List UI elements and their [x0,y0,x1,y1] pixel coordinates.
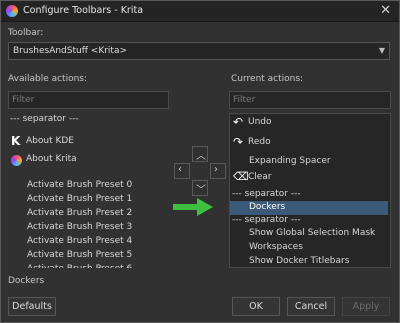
chevron-left-icon: ‹ [178,164,182,175]
window-title: Configure Toolbars - Krita [23,5,144,16]
krita-icon [11,155,22,166]
current-filter-field[interactable] [229,91,391,109]
toolbar-label: Toolbar: [8,28,44,38]
available-action-item-label: Activate Brush Preset 4 [27,236,133,246]
current-action-item-label: Redo [248,137,271,147]
undo-icon: ↶ [233,115,244,129]
available-action-item-label: Activate Brush Preset 5 [27,250,133,260]
current-action-item[interactable]: Show Global Selection Mask [230,227,390,241]
available-action-item-label: Activate Brush Preset 6 [27,264,132,268]
chevron-down-icon: ﹀ [196,185,206,196]
toolbar-select[interactable]: BrushesAndStuff <Krita> ▼ [8,42,390,60]
remove-action-button[interactable]: ‹ [174,163,190,179]
kde-icon: K [11,134,21,148]
current-action-item-label: --- separator --- [232,215,301,225]
chevron-up-icon: ︿ [196,151,206,162]
current-action-item-label: Show Global Selection Mask [249,228,376,238]
available-actions-label: Available actions: [8,74,88,84]
add-action-button[interactable]: › [210,163,226,179]
green-arrow-icon [173,198,213,216]
current-actions-list[interactable]: ↶ Undo ↷ Redo Expanding Spacer ⌫ Clear --- sepa… [229,113,391,268]
ok-button[interactable]: OK [232,297,280,316]
clear-icon: ⌫ [233,170,249,183]
current-action-item[interactable]: Show Docker Titlebars [230,255,390,267]
current-action-item[interactable]: Workspaces [230,241,390,255]
toolbar-select-value: BrushesAndStuff <Krita> [13,46,128,56]
available-action-item-label: Activate Brush Preset 1 [27,194,133,204]
current-action-item[interactable]: ↶ Undo [230,115,390,130]
apply-button[interactable]: Apply [342,297,390,316]
status-text: Dockers [8,276,45,286]
redo-icon: ↷ [233,135,244,149]
chevron-right-icon: › [214,164,218,175]
available-action-item-label: Activate Brush Preset 3 [27,222,133,232]
available-actions-list[interactable]: --- separator --- K About KDE About Krita Ac… [8,113,170,268]
current-filter-input[interactable] [233,95,385,105]
move-up-button[interactable]: ︿ [192,146,208,162]
cancel-button[interactable]: Cancel [287,297,335,316]
available-action-item-label: Activate Brush Preset 2 [27,208,133,218]
current-action-item[interactable]: ↷ Redo [230,135,390,150]
current-action-item[interactable]: Dockers [230,201,388,215]
current-action-item[interactable]: --- separator --- [230,188,390,202]
available-action-item-label: About Krita [26,154,77,164]
title-bar: Configure Toolbars - Krita ✕ [1,1,399,22]
available-filter-input[interactable] [12,95,164,105]
current-action-item-label: Workspaces [249,242,303,252]
chevron-down-icon: ▼ [378,46,385,55]
move-down-button[interactable]: ﹀ [192,180,208,196]
current-action-item-label: Show Docker Titlebars [249,256,350,266]
current-action-item-label: Undo [248,117,272,127]
current-action-item-label: Expanding Spacer [249,156,331,166]
available-filter-field[interactable] [8,91,169,109]
available-action-item-label: About KDE [26,136,74,146]
current-action-item[interactable]: ⌫ Clear [230,170,390,185]
current-action-item[interactable]: --- separator --- [230,214,390,228]
current-action-item[interactable]: Expanding Spacer [230,155,390,169]
krita-app-icon [6,5,18,17]
current-action-item-label: Dockers [249,202,286,212]
current-action-item-label: --- separator --- [232,189,301,199]
current-action-item-label: Clear [248,172,272,182]
close-icon[interactable]: ✕ [380,3,391,18]
defaults-button[interactable]: Defaults [8,297,56,316]
available-action-item-label: Activate Brush Preset 0 [27,180,133,190]
available-action-item-label: --- separator --- [10,114,79,124]
current-actions-label: Current actions: [231,74,304,84]
